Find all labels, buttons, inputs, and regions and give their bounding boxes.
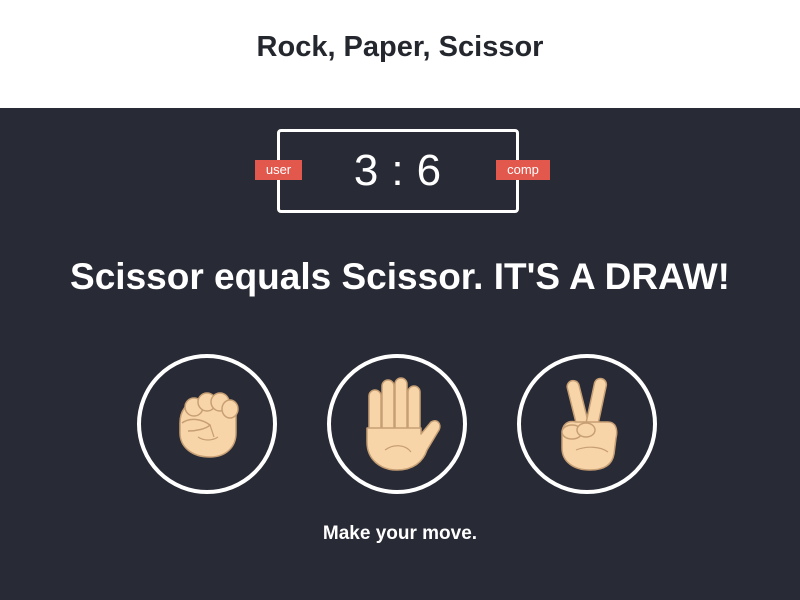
score-separator: : (391, 146, 405, 195)
comp-badge: comp (496, 160, 550, 180)
victory-hand-icon (561, 377, 618, 471)
game-area: 3 : 6 user comp Scissor equals Scissor. … (0, 108, 800, 600)
fist-icon (179, 392, 239, 458)
open-hand-icon (366, 377, 441, 471)
score-display: 3 : 6 (280, 132, 516, 210)
header: Rock, Paper, Scissor (0, 0, 800, 108)
scissor-choice-button[interactable] (517, 354, 657, 494)
paper-choice-button[interactable] (327, 354, 467, 494)
user-score: 3 (353, 146, 380, 195)
user-badge: user (255, 160, 302, 180)
action-prompt: Make your move. (322, 523, 478, 544)
page-title: Rock, Paper, Scissor (256, 30, 544, 63)
rock-choice-button[interactable] (137, 354, 277, 494)
result-message: Scissor equals Scissor. IT'S A DRAW! (70, 256, 730, 297)
scoreboard: 3 : 6 (277, 129, 519, 213)
comp-score: 6 (416, 146, 443, 195)
